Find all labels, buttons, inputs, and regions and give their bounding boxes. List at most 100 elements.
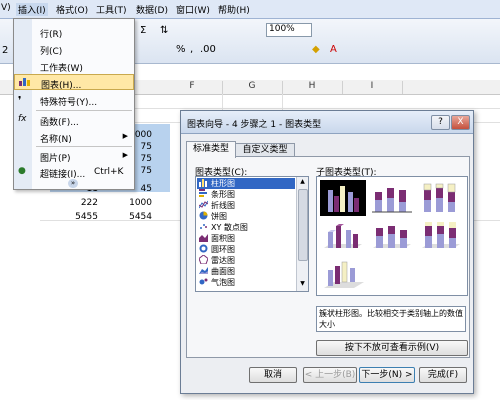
cell[interactable]: 5454 — [112, 212, 152, 222]
menu-tools[interactable]: 工具(T) — [96, 3, 127, 16]
sort-icon[interactable]: ⇅ — [160, 25, 168, 36]
menu-item-label: 超链接(I)... — [40, 170, 86, 180]
chart-type-radar[interactable]: 雷达图 — [197, 254, 295, 266]
menu-item-chart[interactable]: 图表(H)... — [14, 74, 134, 91]
menu-view[interactable]: V) — [1, 3, 11, 13]
back-button[interactable]: < 上一步(B) — [303, 367, 357, 383]
chart-type-label: 曲面图 — [211, 267, 235, 276]
menu-item-row[interactable]: 行(R) — [14, 24, 134, 40]
chart-type-bar[interactable]: 条形图 — [197, 189, 295, 200]
cancel-button[interactable]: 取消 — [249, 367, 297, 383]
menu-item-column[interactable]: 列(C) — [14, 41, 134, 57]
cell[interactable]: 222 — [58, 198, 98, 208]
cell[interactable]: 1000 — [112, 198, 152, 208]
chart-type-line[interactable]: 折线图 — [197, 200, 295, 211]
surface-chart-icon — [199, 266, 208, 275]
scroll-down-icon[interactable]: ▼ — [298, 280, 307, 289]
menu-item-symbol[interactable]: ❜ 特殊符号(Y)... — [14, 92, 134, 108]
scatter-chart-icon — [199, 222, 208, 231]
close-button[interactable]: X — [451, 115, 470, 130]
menu-item-label: 图片(P) — [40, 154, 71, 164]
doughnut-chart-icon — [199, 244, 208, 253]
chart-type-scatter[interactable]: XY 散点图 — [197, 222, 295, 233]
decimal-icon[interactable]: .00 — [200, 44, 216, 55]
menu-item-function[interactable]: fx 函数(F)... — [14, 112, 134, 128]
zoom-select[interactable]: 100% — [266, 23, 312, 37]
comma-icon[interactable]: , — [190, 44, 193, 55]
column-header-f[interactable]: F — [162, 81, 223, 94]
chart-type-label: 柱形图 — [211, 179, 235, 188]
chart-subtype-grid — [316, 176, 468, 296]
subtype-3d-clustered-column[interactable] — [320, 218, 366, 254]
menu-insert[interactable]: 插入(I) — [16, 3, 48, 16]
dialog-title: 图表向导 - 4 步骤之 1 - 图表类型 — [187, 120, 322, 130]
menu-item-label: 行(R) — [40, 30, 63, 40]
chart-type-label: 圆环图 — [211, 245, 235, 254]
menu-format[interactable]: 格式(O) — [56, 3, 88, 16]
finish-button[interactable]: 完成(F) — [419, 367, 467, 383]
preview-sample-button[interactable]: 按下不放可查看示例(V) — [316, 340, 468, 356]
insert-menu: 行(R) 列(C) 工作表(W) 图表(H)... ❜ 特殊符号(Y)... f… — [13, 18, 135, 190]
subtype-description: 簇状柱形图。比较相交于类别轴上的数值大小 — [316, 306, 466, 332]
subtype-3d-column[interactable] — [320, 256, 366, 292]
chart-type-label: 雷达图 — [211, 256, 235, 265]
menu-help[interactable]: 帮助(H) — [218, 3, 250, 16]
subtype-stacked-column[interactable] — [369, 180, 415, 216]
subtype-percent-stacked-column[interactable] — [418, 180, 464, 216]
tab-custom-types[interactable]: 自定义类型 — [235, 143, 295, 157]
column-header-i[interactable]: I — [342, 81, 403, 94]
name-box[interactable]: 2 — [2, 45, 8, 56]
chart-type-bubble[interactable]: 气泡图 — [197, 277, 295, 288]
chart-type-area[interactable]: 面积图 — [197, 233, 295, 244]
hyperlink-icon: ● — [18, 166, 26, 176]
pie-chart-icon — [199, 211, 208, 220]
chart-type-list[interactable]: 柱形图 条形图 折线图 饼图 XY 散点图 面积图 圆环图 雷达图 曲面图 气泡… — [195, 176, 309, 292]
cell[interactable]: 5455 — [58, 212, 98, 222]
menu-item-name[interactable]: 名称(N) ▶ — [14, 129, 134, 145]
chart-type-pie[interactable]: 饼图 — [197, 211, 295, 222]
submenu-arrow-icon: ▶ — [122, 132, 128, 140]
subtype-clustered-column[interactable] — [320, 180, 366, 216]
tab-standard-types[interactable]: 标准类型 — [186, 141, 236, 158]
menu-separator — [36, 146, 132, 147]
column-header-g[interactable]: G — [222, 81, 283, 94]
menu-item-label: 特殊符号(Y)... — [40, 98, 98, 108]
menu-window[interactable]: 窗口(W) — [176, 3, 210, 16]
help-button[interactable]: ? — [431, 115, 450, 130]
menu-item-label: 图表(H)... — [41, 81, 82, 91]
menu-bar: V) 插入(I) 格式(O) 工具(T) 数据(D) 窗口(W) 帮助(H) — [0, 0, 500, 19]
menu-item-picture[interactable]: 图片(P) ▶ — [14, 148, 134, 164]
fill-color-icon[interactable]: ◆ — [312, 44, 320, 55]
chart-type-scrollbar[interactable]: ▲ ▼ — [296, 177, 308, 291]
chart-type-label: 面积图 — [211, 234, 235, 243]
chart-type-column[interactable]: 柱形图 — [197, 178, 295, 189]
chart-type-label: 饼图 — [211, 212, 227, 221]
chart-type-surface[interactable]: 曲面图 — [197, 266, 295, 277]
menu-item-label: 工作表(W) — [40, 64, 83, 74]
chart-icon — [19, 77, 30, 89]
menu-item-hyperlink[interactable]: ● 超链接(I)... Ctrl+K — [14, 164, 134, 180]
menu-item-worksheet[interactable]: 工作表(W) — [14, 58, 134, 74]
chart-type-doughnut[interactable]: 圆环图 — [197, 244, 295, 255]
font-color-icon[interactable]: A — [330, 44, 337, 55]
menu-item-label: 名称(N) — [40, 135, 72, 145]
subtype-3d-stacked-column[interactable] — [369, 218, 415, 254]
sum-icon[interactable]: Σ — [140, 25, 146, 36]
expand-menu-icon[interactable]: » — [68, 179, 78, 188]
column-header-h[interactable]: H — [282, 81, 343, 94]
subtype-3d-percent-stacked-column[interactable] — [418, 218, 464, 254]
dialog-titlebar: 图表向导 - 4 步骤之 1 - 图表类型 ? X — [181, 111, 473, 134]
menu-item-label: 列(C) — [40, 47, 63, 57]
menu-data[interactable]: 数据(D) — [136, 3, 168, 16]
scroll-thumb[interactable] — [298, 189, 308, 261]
chart-type-label: 气泡图 — [211, 278, 235, 287]
chart-type-label: 条形图 — [211, 190, 235, 199]
scroll-up-icon[interactable]: ▲ — [298, 178, 307, 187]
next-button[interactable]: 下一步(N) > — [359, 367, 415, 383]
submenu-arrow-icon: ▶ — [122, 151, 128, 159]
chart-wizard-dialog: 图表向导 - 4 步骤之 1 - 图表类型 ? X 标准类型 自定义类型 图表类… — [180, 110, 474, 394]
percent-icon[interactable]: % — [176, 44, 186, 55]
bubble-chart-icon — [199, 277, 208, 286]
radar-chart-icon — [198, 254, 209, 265]
chart-type-label: 折线图 — [211, 201, 235, 210]
